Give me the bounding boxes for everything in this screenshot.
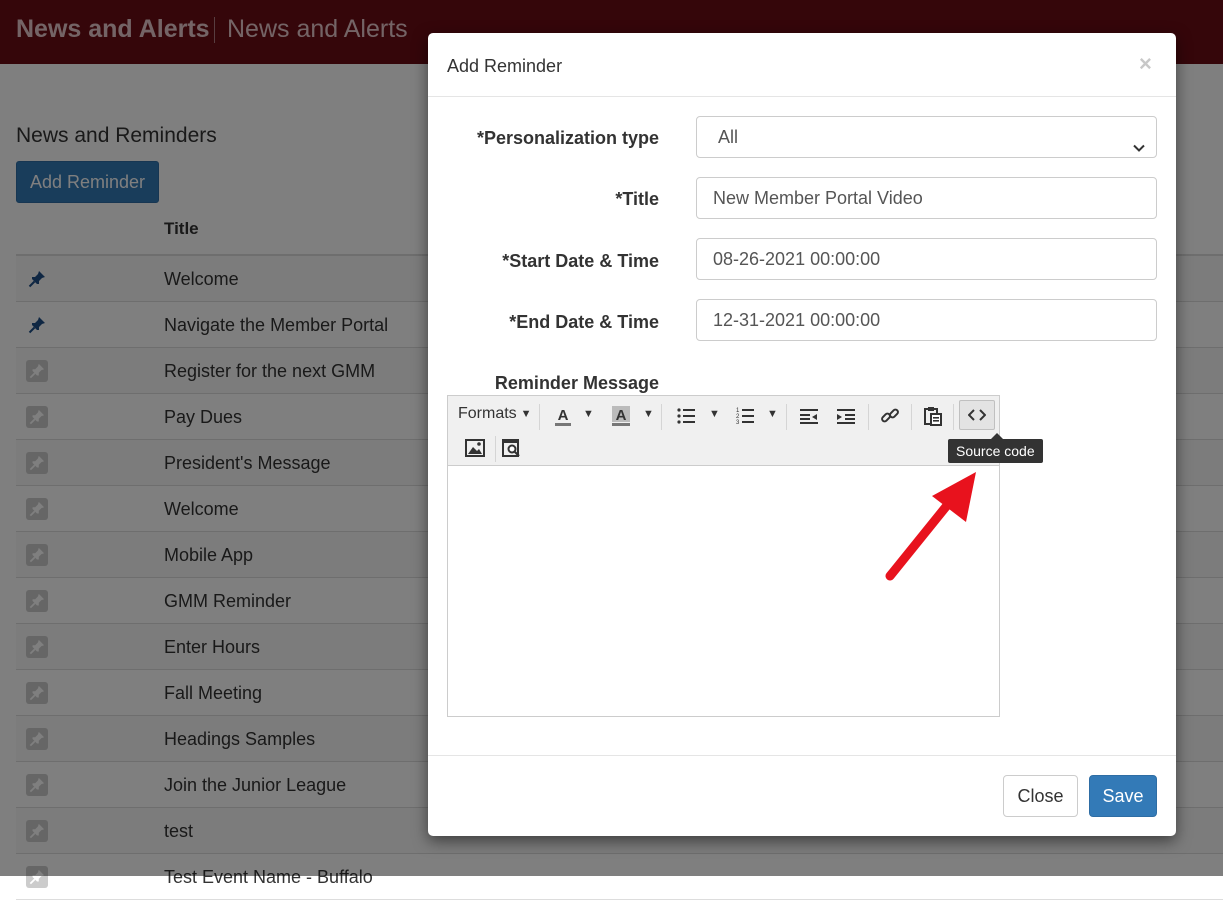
text-color-dropdown[interactable]: ▼ bbox=[583, 408, 594, 420]
toolbar-divider bbox=[495, 436, 496, 462]
modal-close-icon[interactable]: × bbox=[1139, 51, 1152, 77]
annotation-arrow-icon bbox=[885, 472, 976, 581]
bullet-list-icon[interactable] bbox=[673, 404, 699, 428]
title-input[interactable]: New Member Portal Video bbox=[696, 177, 1157, 219]
save-button[interactable]: Save bbox=[1089, 775, 1157, 817]
tooltip-arrow bbox=[991, 433, 1003, 439]
toolbar-divider bbox=[953, 404, 954, 430]
personalization-type-value: All bbox=[718, 127, 739, 147]
tooltip-text: Source code bbox=[956, 443, 1035, 459]
numbered-list-dropdown[interactable]: ▼ bbox=[767, 408, 778, 420]
chevron-down-icon bbox=[1132, 129, 1146, 169]
svg-text:A: A bbox=[616, 407, 627, 424]
background-color-dropdown[interactable]: ▼ bbox=[643, 408, 654, 420]
toolbar-divider bbox=[868, 404, 869, 430]
start-datetime-input[interactable]: 08-26-2021 00:00:00 bbox=[696, 238, 1157, 280]
formats-dropdown[interactable]: Formats ▼ bbox=[458, 405, 532, 423]
outdent-icon[interactable] bbox=[796, 404, 822, 428]
toolbar-divider bbox=[786, 404, 787, 430]
caret-down-icon: ▼ bbox=[520, 408, 532, 420]
start-datetime-label: *Start Date & Time bbox=[502, 251, 659, 271]
reminder-message-label: Reminder Message bbox=[494, 373, 659, 393]
toolbar-divider bbox=[911, 404, 912, 430]
link-icon[interactable] bbox=[877, 404, 903, 428]
toolbar-divider bbox=[661, 404, 662, 430]
svg-text:3: 3 bbox=[736, 420, 740, 425]
editor-toolbar: Formats ▼ A ▼ A ▼ ▼ 123 ▼ bbox=[448, 396, 999, 466]
end-datetime-input[interactable]: 12-31-2021 00:00:00 bbox=[696, 299, 1157, 341]
preview-icon[interactable] bbox=[499, 436, 525, 460]
svg-text:A: A bbox=[558, 407, 569, 424]
formats-label: Formats bbox=[458, 405, 517, 422]
source-code-icon[interactable] bbox=[959, 400, 995, 430]
bullet-list-dropdown[interactable]: ▼ bbox=[709, 408, 720, 420]
toolbar-divider bbox=[539, 404, 540, 430]
personalization-type-select[interactable]: All bbox=[696, 116, 1157, 158]
add-reminder-modal: Add Reminder × *Personalization type All… bbox=[428, 33, 1176, 836]
numbered-list-icon[interactable]: 123 bbox=[732, 404, 758, 428]
modal-title: Add Reminder bbox=[447, 56, 563, 76]
indent-icon[interactable] bbox=[833, 404, 859, 428]
title-label: *Title bbox=[615, 189, 659, 209]
background-color-icon[interactable]: A bbox=[607, 403, 635, 429]
image-icon[interactable] bbox=[462, 436, 488, 460]
personalization-type-label: *Personalization type bbox=[476, 128, 659, 148]
end-datetime-label: *End Date & Time bbox=[509, 312, 659, 332]
modal-header: Add Reminder × bbox=[428, 33, 1176, 97]
modal-footer-divider bbox=[428, 755, 1176, 756]
close-button[interactable]: Close bbox=[1003, 775, 1078, 817]
text-color-icon[interactable]: A bbox=[549, 403, 577, 429]
paste-icon[interactable] bbox=[920, 404, 946, 428]
